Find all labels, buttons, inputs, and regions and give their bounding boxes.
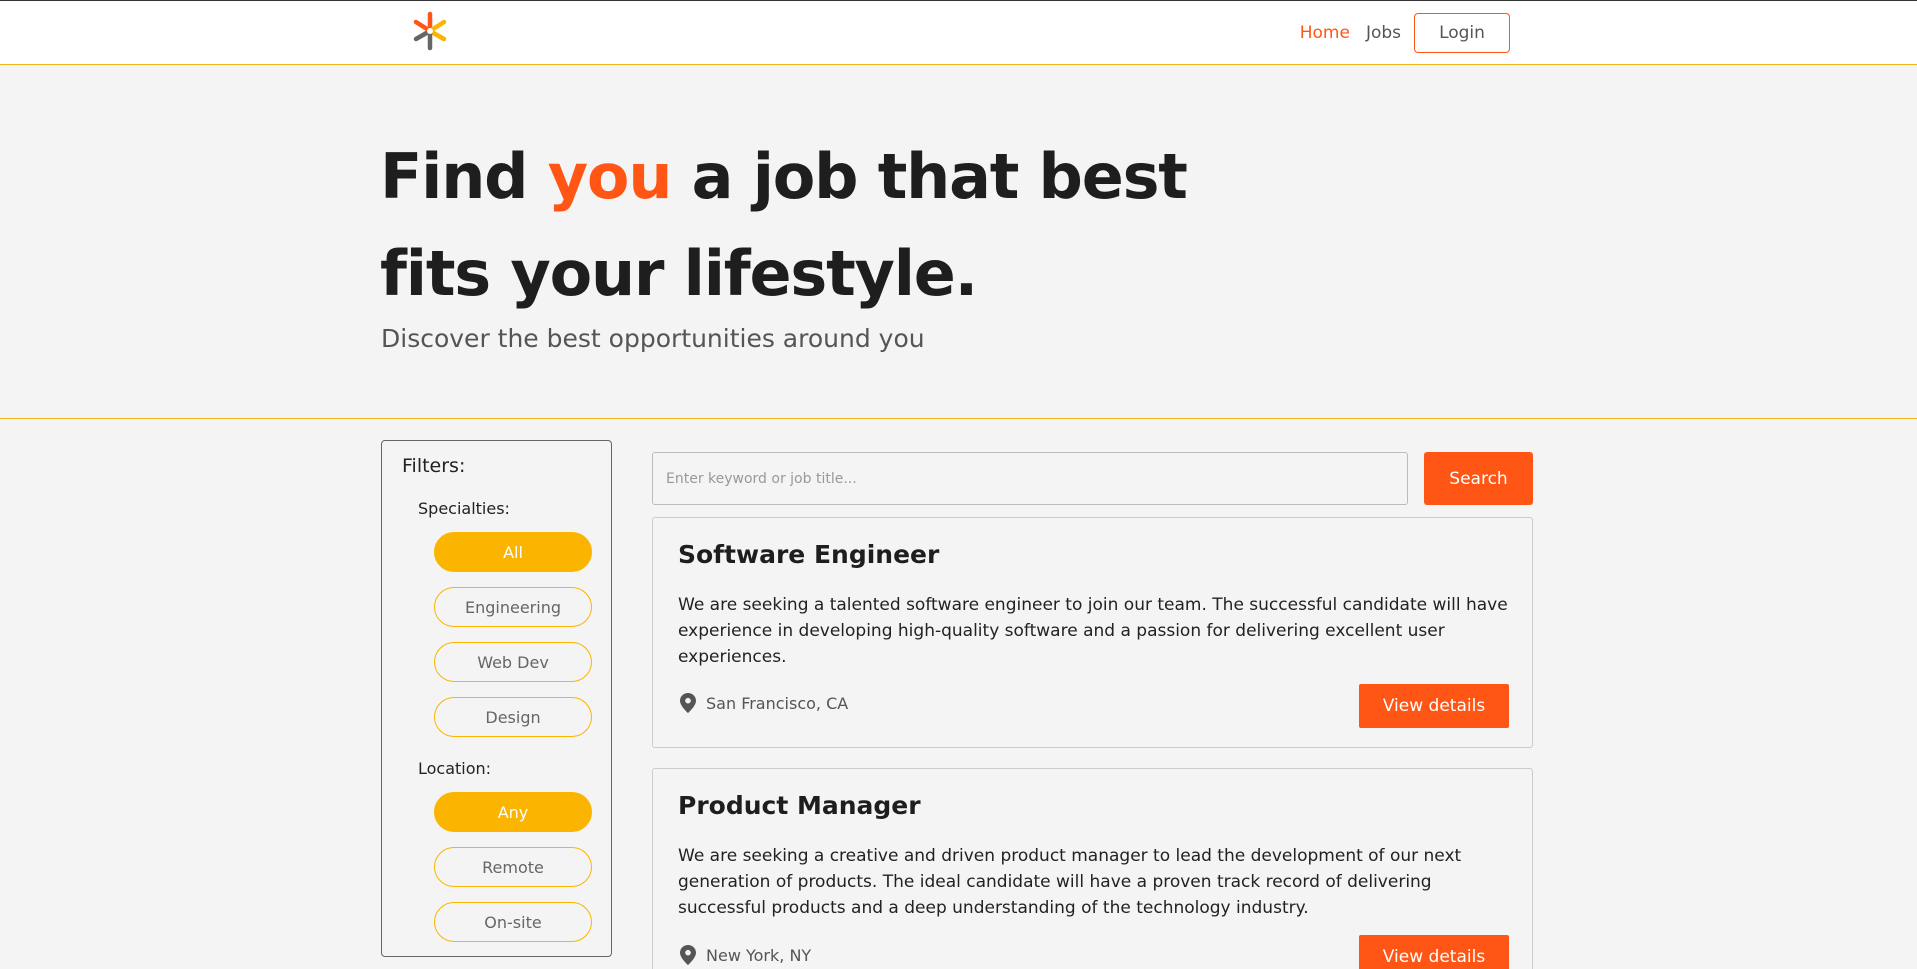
search-input[interactable] [652,452,1408,505]
search-button[interactable]: Search [1424,452,1533,505]
view-details-button[interactable]: View details [1359,684,1509,728]
hero-section: Find you a job that best fits your lifes… [0,66,1917,419]
asterisk-logo-icon[interactable] [410,11,450,51]
job-description: We are seeking a talented software engin… [678,595,1508,667]
filter-specialty-design[interactable]: Design [434,697,592,737]
job-location: New York, NY [680,945,811,965]
job-title: Product Manager [678,791,921,820]
job-card: Software Engineer We are seeking a talen… [652,517,1533,748]
hero-title-part1: Find [380,140,548,213]
location-label: Location: [418,759,492,778]
job-title: Software Engineer [678,540,940,569]
job-location-text: San Francisco, CA [706,693,849,713]
filters-title: Filters: [402,455,466,477]
filter-location-remote[interactable]: Remote [434,847,592,887]
filters-panel: Filters: Specialties: All Engineering We… [381,440,612,957]
job-location-text: New York, NY [706,945,812,965]
filter-location-any[interactable]: Any [434,792,592,832]
hero-subtitle: Discover the best opportunities around y… [381,324,925,353]
location-pin-icon [680,945,696,965]
site-header: Home Jobs Login [0,1,1917,65]
filter-location-on-site[interactable]: On-site [434,902,592,942]
filter-specialty-engineering[interactable]: Engineering [434,587,592,627]
job-description: We are seeking a creative and driven pro… [678,846,1462,918]
hero-title-accent: you [547,140,673,213]
filter-specialty-all[interactable]: All [434,532,592,572]
specialties-label: Specialties: [418,499,510,518]
filter-specialty-web-dev[interactable]: Web Dev [434,642,592,682]
location-pin-icon [680,693,696,713]
main-nav: Home Jobs Login [1300,13,1510,53]
view-details-button[interactable]: View details [1359,935,1509,969]
hero-title: Find you a job that best fits your lifes… [380,128,1280,322]
job-card: Product Manager We are seeking a creativ… [652,768,1533,969]
nav-home-link[interactable]: Home [1300,23,1350,43]
nav-jobs-link[interactable]: Jobs [1366,23,1401,43]
login-button[interactable]: Login [1414,13,1510,53]
job-location: San Francisco, CA [680,693,848,713]
